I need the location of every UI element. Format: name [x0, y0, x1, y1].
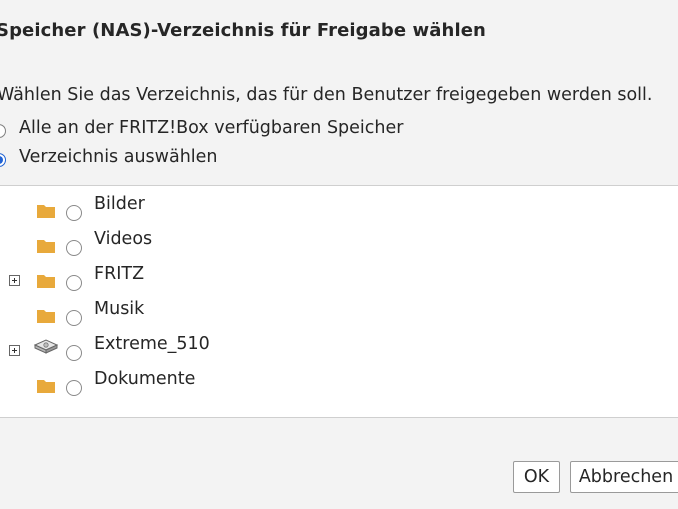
folder-icon [36, 378, 56, 394]
tree-item-label: Extreme_510 [94, 334, 210, 354]
radio-all-storage[interactable] [0, 124, 6, 138]
directory-tree: Bilder Videos FRITZ Musik Extreme_510 Do… [0, 185, 678, 418]
tree-item-label: FRITZ [94, 264, 145, 284]
option-select-directory-label: Verzeichnis auswählen [19, 147, 218, 167]
folder-icon [36, 308, 56, 324]
tree-item-dokumente[interactable]: Dokumente [0, 369, 678, 410]
option-all-storage-label: Alle an der FRITZ!Box verfügbaren Speich… [19, 118, 404, 138]
tree-radio-bilder[interactable] [66, 205, 82, 221]
tree-radio-extreme-510[interactable] [66, 345, 82, 361]
folder-icon [36, 273, 56, 289]
tree-radio-videos[interactable] [66, 240, 82, 256]
tree-item-label: Videos [94, 229, 153, 249]
tree-radio-musik[interactable] [66, 310, 82, 326]
tree-radio-fritz[interactable] [66, 275, 82, 291]
folder-icon [36, 238, 56, 254]
ok-button[interactable]: OK [513, 461, 560, 493]
tree-item-label: Dokumente [94, 369, 196, 389]
dialog-title: Speicher (NAS)-Verzeichnis für Freigabe … [0, 20, 486, 41]
instruction-text: Wählen Sie das Verzeichnis, das für den … [0, 85, 653, 105]
radio-select-directory[interactable] [0, 153, 6, 167]
cancel-button[interactable]: Abbrechen [570, 461, 678, 493]
expand-plus-icon[interactable] [9, 275, 20, 286]
drive-icon [32, 337, 60, 355]
folder-icon [36, 203, 56, 219]
tree-radio-dokumente[interactable] [66, 380, 82, 396]
tree-item-label: Bilder [94, 194, 145, 214]
expand-plus-icon[interactable] [9, 345, 20, 356]
tree-item-label: Musik [94, 299, 145, 319]
